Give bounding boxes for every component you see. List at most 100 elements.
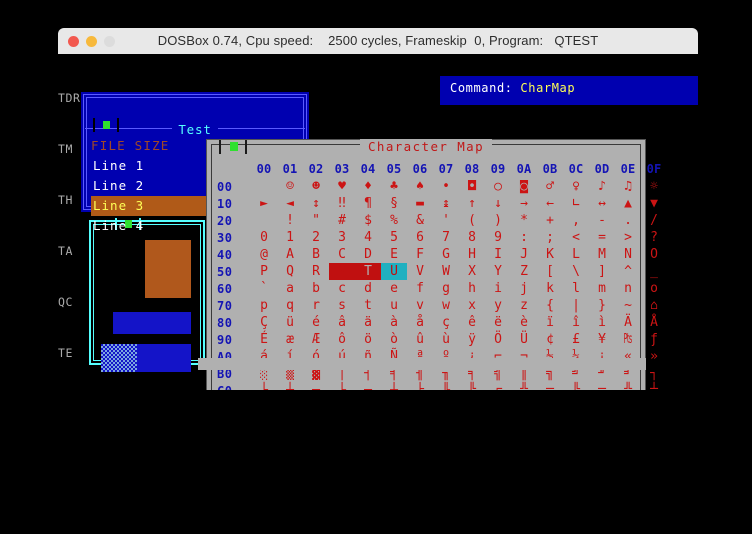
charmap-cell[interactable]: H	[459, 246, 485, 263]
charmap-cell[interactable]: è	[511, 314, 537, 331]
charmap-cell[interactable]: &	[407, 212, 433, 229]
charmap-cell[interactable]: B	[303, 246, 329, 263]
charmap-cell[interactable]: ◙	[511, 178, 537, 195]
charmap-cell[interactable]: $	[355, 212, 381, 229]
window-titlebar[interactable]: DOSBox 0.74, Cpu speed: 2500 cycles, Fra…	[58, 28, 698, 55]
charmap-cell[interactable]: s	[329, 297, 355, 314]
charmap-cell[interactable]: :	[511, 229, 537, 246]
charmap-cell[interactable]: =	[589, 229, 615, 246]
charmap-cell[interactable]: G	[433, 246, 459, 263]
charmap-cell[interactable]: <	[563, 229, 589, 246]
charmap-cell[interactable]: 5	[381, 229, 407, 246]
charmap-cell[interactable]: S	[329, 263, 355, 280]
charmap-cell[interactable]: -	[589, 212, 615, 229]
charmap-cell[interactable]: r	[303, 297, 329, 314]
charmap-cell[interactable]: ü	[277, 314, 303, 331]
charmap-cell[interactable]: ê	[459, 314, 485, 331]
charmap-cell[interactable]: b	[303, 280, 329, 297]
charmap-cell[interactable]: l	[563, 280, 589, 297]
charmap-cell[interactable]: ◄	[277, 195, 303, 212]
character-map-window[interactable]: Character Map 00 01 02 03 04 05 06 07 08 09 0A 0B 0C…	[206, 139, 661, 390]
charmap-cell[interactable]: ♣	[381, 178, 407, 195]
charmap-cell[interactable]: ‼	[329, 195, 355, 212]
charmap-cell[interactable]: {	[537, 297, 563, 314]
charmap-cell[interactable]: P	[251, 263, 277, 280]
charmap-cell[interactable]: i	[485, 280, 511, 297]
charmap-cell[interactable]: é	[303, 314, 329, 331]
charmap-cell[interactable]: ~	[615, 297, 641, 314]
charmap-grid[interactable]: 00 01 02 03 04 05 06 07 08 09 0A 0B 0C 0D 0E 0F 00 ☺ ☻ ♥ ♦ ♣…	[217, 160, 667, 390]
charmap-cell[interactable]: g	[433, 280, 459, 297]
charmap-cell[interactable]: Ä	[615, 314, 641, 331]
charmap-cell[interactable]: J	[511, 246, 537, 263]
charmap-cell[interactable]: !	[277, 212, 303, 229]
charmap-cell[interactable]: R	[303, 263, 329, 280]
charmap-cell[interactable]: #	[329, 212, 355, 229]
charmap-cell[interactable]: _	[641, 263, 667, 280]
charmap-cell[interactable]: Q	[277, 263, 303, 280]
charmap-cell[interactable]: ╧	[641, 382, 667, 390]
charmap-cell[interactable]: ì	[589, 314, 615, 331]
charmap-cell[interactable]: å	[407, 314, 433, 331]
charmap-cell[interactable]: [	[537, 263, 563, 280]
charmap-cell[interactable]: •	[433, 178, 459, 195]
charmap-cell[interactable]: 6	[407, 229, 433, 246]
charmap-cell[interactable]: ù	[433, 331, 459, 348]
charmap-cell[interactable]: N	[615, 246, 641, 263]
charmap-cell[interactable]: Æ	[303, 331, 329, 348]
charmap-cell[interactable]: d	[355, 280, 381, 297]
charmap-cell[interactable]: q	[277, 297, 303, 314]
charmap-cell[interactable]: >	[615, 229, 641, 246]
charmap-cell[interactable]: Ü	[511, 331, 537, 348]
charmap-cell[interactable]: ╠	[563, 382, 589, 390]
charmap-cell[interactable]: ←	[537, 195, 563, 212]
charmap-cell[interactable]: ☺	[277, 178, 303, 195]
charmap-cell[interactable]: ¶	[355, 195, 381, 212]
charmap-cell[interactable]: p	[251, 297, 277, 314]
charmap-cell[interactable]: j	[511, 280, 537, 297]
charmap-cell[interactable]: Y	[485, 263, 511, 280]
charmap-cell-selected[interactable]: T	[355, 263, 381, 280]
charmap-cell[interactable]: %	[381, 212, 407, 229]
charmap-cell[interactable]: o	[641, 280, 667, 297]
charmap-cell[interactable]: ↕	[303, 195, 329, 212]
charmap-cell[interactable]: ⌂	[641, 297, 667, 314]
charmap-cell[interactable]: v	[407, 297, 433, 314]
charmap-cell[interactable]: ƒ	[641, 331, 667, 348]
charmap-cell[interactable]: /	[641, 212, 667, 229]
charmap-cell[interactable]: |	[563, 297, 589, 314]
charmap-cell[interactable]: ÿ	[459, 331, 485, 348]
charmap-cell[interactable]: a	[277, 280, 303, 297]
charmap-cell[interactable]: 0	[251, 229, 277, 246]
charmap-cell[interactable]: M	[589, 246, 615, 263]
charmap-cell[interactable]: *	[511, 212, 537, 229]
charmap-cell[interactable]: F	[407, 246, 433, 263]
charmap-cell[interactable]: X	[459, 263, 485, 280]
charmap-cell[interactable]: £	[563, 331, 589, 348]
charmap-cell[interactable]: à	[381, 314, 407, 331]
charmap-cell[interactable]: 8	[459, 229, 485, 246]
charmap-cell[interactable]: ä	[355, 314, 381, 331]
charmap-cell[interactable]: ♦	[355, 178, 381, 195]
charmap-cell[interactable]: A	[277, 246, 303, 263]
charmap-cell[interactable]: L	[563, 246, 589, 263]
charmap-cell[interactable]: u	[381, 297, 407, 314]
charmap-cell[interactable]: 3	[329, 229, 355, 246]
charmap-cell[interactable]: +	[537, 212, 563, 229]
charmap-cell[interactable]: ?	[641, 229, 667, 246]
charmap-cell[interactable]: )	[485, 212, 511, 229]
charmap-cell[interactable]: m	[589, 280, 615, 297]
charmap-cell[interactable]: ╬	[615, 382, 641, 390]
charmap-cell[interactable]: ╦	[537, 382, 563, 390]
charmap-cell[interactable]: ë	[485, 314, 511, 331]
charmap-cell[interactable]: ↑	[459, 195, 485, 212]
charmap-cell[interactable]: â	[329, 314, 355, 331]
close-indicator-icon[interactable]	[103, 121, 110, 129]
charmap-cell[interactable]: ↓	[485, 195, 511, 212]
charmap-cell[interactable]: ]	[589, 263, 615, 280]
charmap-cell[interactable]: Z	[511, 263, 537, 280]
charmap-cell[interactable]: ►	[251, 195, 277, 212]
charmap-cell[interactable]: D	[355, 246, 381, 263]
charmap-cell[interactable]: ↔	[589, 195, 615, 212]
charmap-cell[interactable]: ,	[563, 212, 589, 229]
